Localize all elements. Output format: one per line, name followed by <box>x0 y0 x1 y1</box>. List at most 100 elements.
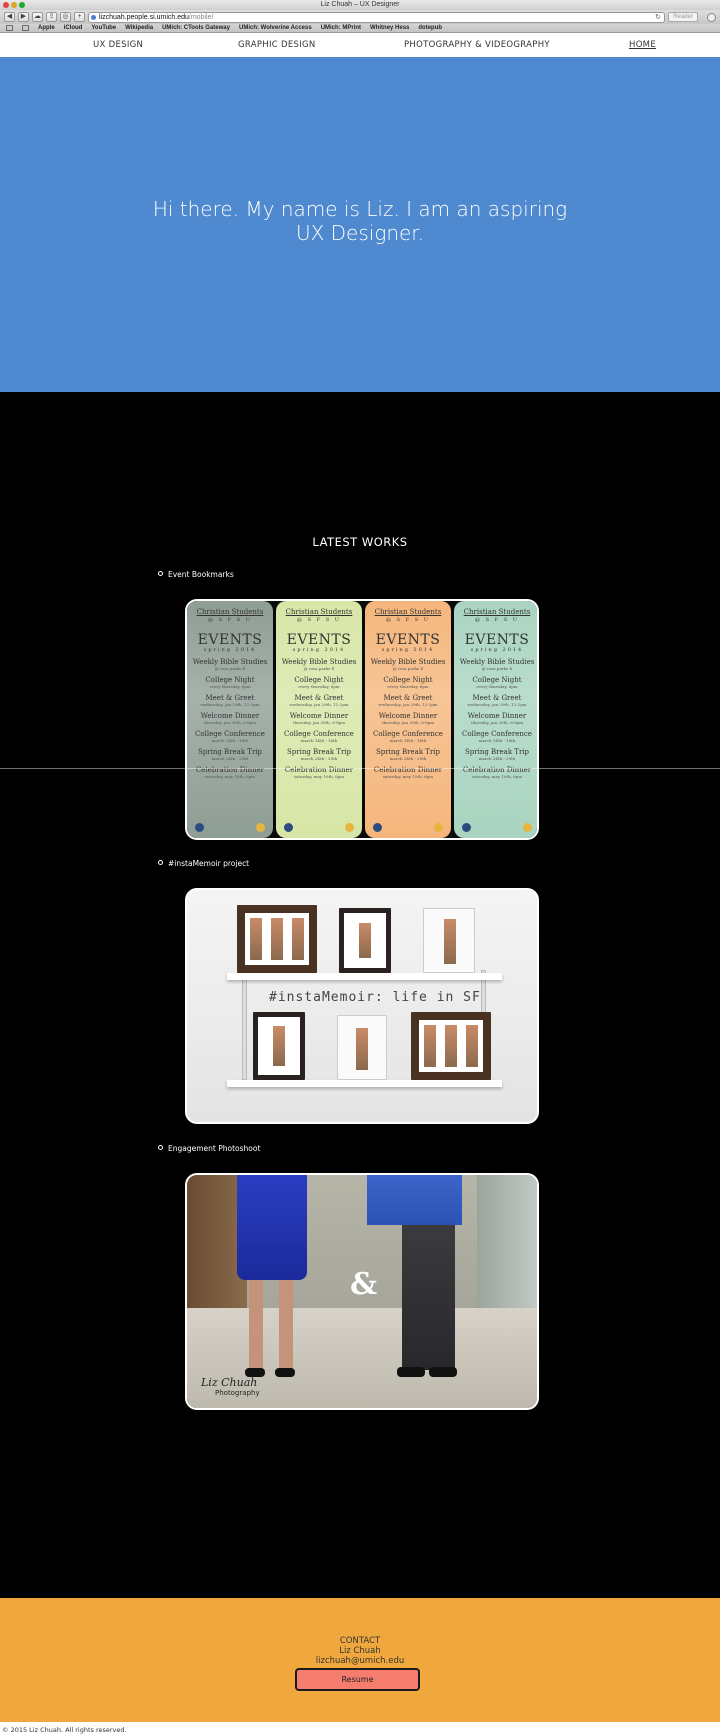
zoom-window-button[interactable] <box>19 2 25 8</box>
bookmark-ctools[interactable]: UMich: CTools Gateway <box>162 25 230 31</box>
photographer-signature: Liz Chuah Photography <box>201 1377 260 1398</box>
back-button[interactable]: ◀ <box>4 12 15 22</box>
footer: CONTACT Liz Chuah lizchuah@umich.edu Res… <box>0 1598 720 1722</box>
bookmark-mprint[interactable]: UMich: MPrint <box>321 25 361 31</box>
close-window-button[interactable] <box>3 2 9 8</box>
event-bookmark-strip: Christian Students @ S F S U EVENTS spring … <box>454 601 537 838</box>
bookmark-icloud[interactable]: iCloud <box>64 25 83 31</box>
work-label-instamemoir: #instaMemoir project <box>158 859 249 868</box>
bookmark-apple[interactable]: Apple <box>38 25 55 31</box>
work-title: #instaMemoir project <box>168 859 250 868</box>
nav-ux-design[interactable]: UX DESIGN <box>93 40 143 50</box>
bookmark-org-sub: @ S F S U <box>208 617 252 623</box>
bookmark-event-detail: wednesday, jan 29th, 12-2pm <box>378 702 438 707</box>
bookmark-event-detail: wednesday, jan 29th, 12-2pm <box>467 702 527 707</box>
engagement-photoshoot-image[interactable]: & Liz Chuah Photography <box>185 1173 539 1410</box>
bookmark-event-name: Welcome Dinner <box>467 712 527 720</box>
browser-toolbar: ◀ ▶ ☁ ⇪ ◎ + lizchuah.people.si.umich.edu… <box>0 10 720 24</box>
reload-icon[interactable]: ↻ <box>655 13 661 22</box>
bookmark-event-detail: march 24th - 29th <box>389 756 427 761</box>
bookmark-event-name: Meet & Greet <box>383 694 433 702</box>
minimize-window-button[interactable] <box>11 2 17 8</box>
shoe <box>397 1367 425 1377</box>
bookmark-event-name: Weekly Bible Studies <box>192 658 268 666</box>
new-tab-button[interactable]: + <box>74 12 85 22</box>
bookmark-wolverine[interactable]: UMich: Wolverine Access <box>239 25 312 31</box>
photo-frame <box>337 1015 387 1080</box>
bookmark-event-name: Meet & Greet <box>294 694 344 702</box>
contact-block: CONTACT Liz Chuah lizchuah@umich.edu <box>0 1636 720 1666</box>
leg <box>279 1280 293 1370</box>
bookmark-event-detail: @ rosa parks E <box>214 666 246 671</box>
nav-photography-videography[interactable]: PHOTOGRAPHY & VIDEOGRAPHY <box>404 40 550 50</box>
nav-graphic-design[interactable]: GRAPHIC DESIGN <box>238 40 316 50</box>
event-bookmark-strip: Christian Students @ S F S U EVENTS spring … <box>187 601 273 838</box>
bookmark-org-sub: @ S F S U <box>475 617 519 623</box>
facebook-icon <box>284 823 293 832</box>
bookmark-season: spring 2014 <box>470 647 524 653</box>
window-title: Liz Chuah – UX Designer <box>320 1 400 8</box>
downloads-icon[interactable] <box>707 12 716 22</box>
bookmark-event-detail: thursday, jan 30th, 6-8pm <box>470 720 524 725</box>
bookmark-event-detail: wednesday, jan 29th, 12-2pm <box>200 702 260 707</box>
bookmark-event-detail: @ rosa parks E <box>303 666 335 671</box>
bookmark-event-name: Spring Break Trip <box>464 748 530 756</box>
resume-button[interactable]: Resume <box>295 1668 420 1691</box>
pants <box>402 1225 430 1370</box>
hand-logo-icon <box>345 823 354 832</box>
leg <box>249 1280 263 1370</box>
grid-icon[interactable] <box>22 25 29 31</box>
bookmark-footer <box>195 823 265 832</box>
blue-shirt <box>367 1175 462 1225</box>
bookmark-event-detail: march 24th - 29th <box>478 756 516 761</box>
forward-button[interactable]: ▶ <box>18 12 29 22</box>
bookmark-event-detail: thursday, jan 30th, 6-8pm <box>203 720 257 725</box>
bookmark-event-name: Weekly Bible Studies <box>459 658 535 666</box>
event-bookmark-strip: Christian Students @ S F S U EVENTS spring … <box>365 601 451 838</box>
book-icon[interactable] <box>6 25 13 31</box>
work-title: Event Bookmarks <box>168 570 234 579</box>
photo-frame <box>411 1012 491 1080</box>
bookmark-whitney-hess[interactable]: Whitney Hess <box>370 25 409 31</box>
reading-list-icon[interactable]: ◎ <box>60 12 71 22</box>
bookmark-heading: EVENTS <box>464 632 530 648</box>
bookmark-org-sub: @ S F S U <box>386 617 430 623</box>
bookmark-event-detail: @ rosa parks E <box>481 666 513 671</box>
bookmark-event-detail: every thursday, 6pm <box>476 684 518 689</box>
icloud-icon[interactable]: ☁ <box>32 12 43 22</box>
bookmark-event-name: College Conference <box>373 730 443 738</box>
bookmark-event-name: Meet & Greet <box>472 694 522 702</box>
share-icon[interactable]: ⇪ <box>46 12 57 22</box>
event-bookmark-strip: Christian Students @ S F S U EVENTS spring … <box>276 601 362 838</box>
address-bar[interactable]: lizchuah.people.si.umich.edu/mobile/ ↻ <box>88 11 665 23</box>
hero-line-2: UX Designer. <box>295 221 425 245</box>
bookmark-wikipedia[interactable]: Wikipedia <box>125 25 153 31</box>
bookmark-youtube[interactable]: YouTube <box>91 25 116 31</box>
reader-button[interactable]: Reader <box>668 12 698 22</box>
hero-heading: Hi there. My name is Liz. I am an aspiri… <box>145 197 575 245</box>
contact-email[interactable]: lizchuah@umich.edu <box>0 1656 720 1666</box>
event-bookmarks-image[interactable]: Christian Students @ S F S U EVENTS spring … <box>185 599 539 840</box>
nav-home[interactable]: HOME <box>629 40 656 50</box>
bookmark-footer <box>462 823 532 832</box>
facebook-icon <box>462 823 471 832</box>
bookmark-event-detail: march 14th - 16th <box>478 738 516 743</box>
shelf-bracket <box>242 970 247 1080</box>
bookmark-event-detail: saturday, may 10th, 6pm <box>471 774 523 779</box>
bookmark-event-name: Spring Break Trip <box>286 748 352 756</box>
bookmark-event-name: College Night <box>383 676 433 684</box>
bookmark-event-name: College Night <box>472 676 522 684</box>
globe-icon <box>91 14 96 20</box>
bookmark-event-detail: thursday, jan 30th, 6-8pm <box>381 720 435 725</box>
bookmark-event-name: Welcome Dinner <box>200 712 260 720</box>
instamemoir-image[interactable]: #instaMemoir: life in SF <box>185 888 539 1124</box>
bookmark-event-detail: march 24th - 29th <box>300 756 338 761</box>
bookmark-event-detail: march 24th - 29th <box>211 756 249 761</box>
divider-line <box>0 768 720 769</box>
window-titlebar: Liz Chuah – UX Designer <box>0 0 720 10</box>
bookmark-event-name: Meet & Greet <box>205 694 255 702</box>
bookmark-heading: EVENTS <box>375 632 441 648</box>
bookmark-event-detail: saturday, may 10th, 6pm <box>382 774 434 779</box>
bookmark-dotepub[interactable]: dotepub <box>418 25 442 31</box>
bookmark-heading: EVENTS <box>286 632 352 648</box>
